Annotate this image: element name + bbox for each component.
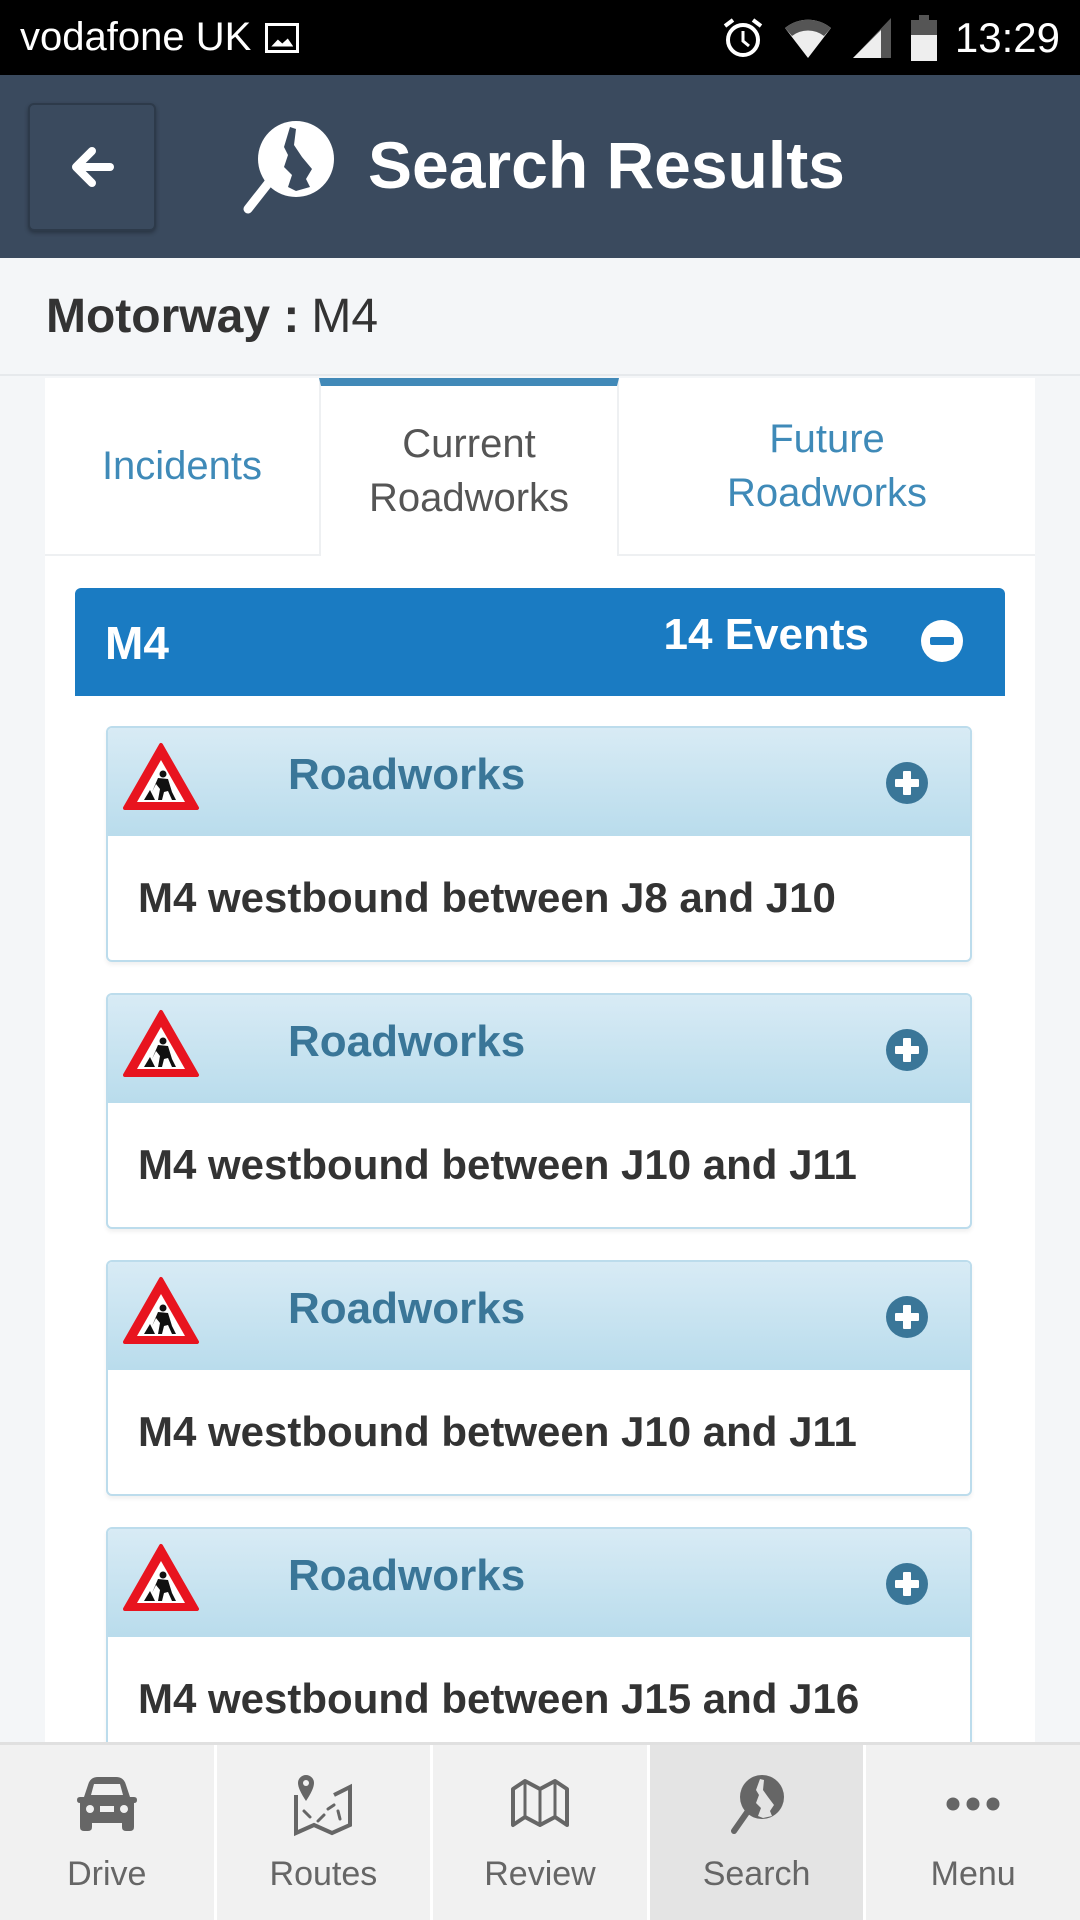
tab-label: Future Roadworks — [726, 417, 928, 515]
back-button[interactable] — [28, 103, 156, 231]
tab-future-roadworks[interactable]: Future Roadworks — [619, 378, 1035, 556]
tab-current-roadworks[interactable]: Current Roadworks — [319, 378, 619, 556]
tab-label: Current Roadworks — [368, 422, 570, 520]
arrow-left-icon — [72, 147, 114, 187]
event-card-header[interactable]: Roadworks — [108, 1262, 970, 1370]
roadworks-warning-icon — [123, 743, 199, 810]
uk-map-search-icon — [243, 121, 334, 214]
roadworks-warning-icon — [123, 1544, 199, 1611]
event-description: M4 westbound between J10 and J11 — [138, 1141, 857, 1188]
nav-label: Menu — [930, 1855, 1016, 1893]
image-notification-icon — [265, 22, 300, 53]
minus-circle-icon[interactable] — [921, 620, 963, 662]
event-type: Roadworks — [288, 1551, 526, 1600]
nav-menu[interactable]: Menu — [866, 1745, 1080, 1920]
expand-plus-icon[interactable] — [886, 1563, 928, 1605]
app-header: Search Results — [0, 75, 1080, 258]
route-map-icon — [294, 1775, 353, 1837]
event-card[interactable]: Roadworks M4 westbound between J10 and J… — [106, 1260, 972, 1496]
event-count: 14 Events — [663, 610, 869, 659]
event-card[interactable]: Roadworks M4 westbound between J10 and J… — [106, 993, 972, 1229]
event-type: Roadworks — [288, 1284, 526, 1333]
event-card[interactable]: Roadworks M4 westbound between J15 and J… — [106, 1527, 972, 1763]
event-type: Roadworks — [288, 1017, 526, 1066]
expand-plus-icon[interactable] — [886, 1029, 928, 1071]
expand-plus-icon[interactable] — [886, 762, 928, 804]
event-description: M4 westbound between J10 and J11 — [138, 1408, 857, 1455]
nav-review[interactable]: Review — [433, 1745, 650, 1920]
folded-map-icon — [510, 1779, 569, 1827]
wifi-icon — [784, 19, 831, 58]
signal-icon — [852, 17, 891, 58]
roadworks-warning-icon — [123, 1277, 199, 1344]
criteria-label: Motorway : — [46, 289, 300, 343]
nav-label: Search — [702, 1855, 811, 1893]
group-title: M4 — [105, 617, 169, 669]
page-title: Search Results — [368, 128, 845, 202]
roadworks-warning-icon — [123, 1010, 199, 1077]
nav-label: Drive — [67, 1855, 147, 1893]
expand-plus-icon[interactable] — [886, 1296, 928, 1338]
nav-search[interactable]: Search — [649, 1745, 867, 1920]
event-card[interactable]: Roadworks M4 westbound between J8 and J1… — [106, 726, 972, 962]
nav-label: Review — [484, 1855, 596, 1893]
search-criteria: Motorway : M4 — [0, 258, 1080, 376]
criteria-value: M4 — [311, 289, 379, 343]
event-card-header[interactable]: Roadworks — [108, 728, 970, 836]
car-icon — [76, 1777, 137, 1831]
results-panel: Incidents Current Roadworks Future Roadw… — [45, 378, 1035, 1763]
uk-map-search-icon — [730, 1775, 784, 1834]
event-card-header[interactable]: Roadworks — [108, 1529, 970, 1637]
more-dots-icon — [946, 1797, 1000, 1811]
alarm-icon — [723, 17, 763, 57]
bottom-navigation: Drive Routes Review Search Menu — [0, 1742, 1080, 1920]
nav-label: Routes — [269, 1855, 378, 1893]
tab-bar: Incidents Current Roadworks Future Roadw… — [45, 378, 1035, 556]
carrier-name: vodafone UK — [20, 15, 252, 59]
tab-incidents[interactable]: Incidents — [45, 378, 319, 556]
event-type: Roadworks — [288, 750, 526, 799]
battery-icon — [910, 14, 937, 61]
event-card-header[interactable]: Roadworks — [108, 995, 970, 1103]
nav-routes[interactable]: Routes — [217, 1745, 434, 1920]
motorway-group-header[interactable]: M4 14 Events — [75, 588, 1005, 696]
status-bar: vodafone UK 13:29 — [0, 0, 1080, 75]
nav-drive[interactable]: Drive — [0, 1745, 217, 1920]
event-description: M4 westbound between J8 and J10 — [138, 874, 836, 921]
clock: 13:29 — [954, 13, 1060, 61]
